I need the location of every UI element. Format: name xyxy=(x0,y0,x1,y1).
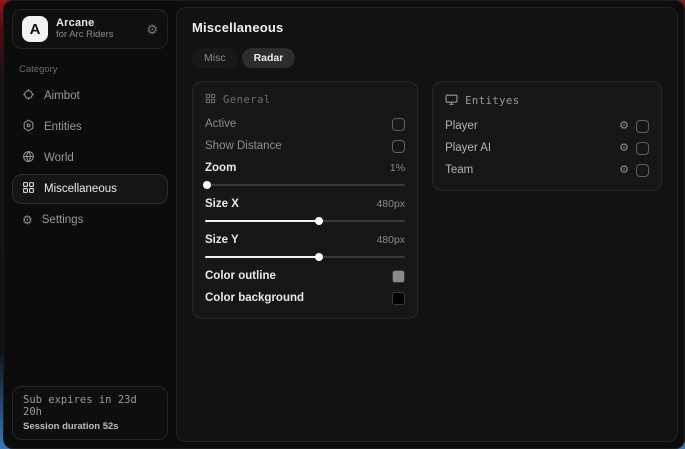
tab-misc[interactable]: Misc xyxy=(192,48,238,68)
slider-label: Size X xyxy=(205,198,239,210)
entity-label: Player xyxy=(445,120,478,132)
app-window: A Arcane for Arc Riders ⚙ Category Aimbo… xyxy=(3,0,685,449)
player-ai-checkbox[interactable] xyxy=(636,142,649,155)
slider-thumb[interactable] xyxy=(315,253,323,261)
show-distance-checkbox[interactable] xyxy=(392,140,405,153)
app-name: Arcane xyxy=(56,17,138,30)
gear-icon[interactable]: ⚙ xyxy=(619,121,629,132)
sidebar-item-entities[interactable]: Entities xyxy=(12,112,168,142)
main-panel: Miscellaneous Misc Radar General Active xyxy=(176,7,678,442)
entity-label: Player AI xyxy=(445,142,491,154)
monitor-icon xyxy=(445,93,458,109)
sidebar-item-label: Entities xyxy=(44,121,82,133)
general-card: General Active Show Distance Zoom 1% xyxy=(192,81,418,319)
sidebar-item-aimbot[interactable]: Aimbot xyxy=(12,81,168,111)
toggle-row-active: Active xyxy=(205,113,405,135)
toggle-label: Show Distance xyxy=(205,140,282,152)
slider-value: 1% xyxy=(390,162,405,174)
app-logo: A xyxy=(22,16,48,42)
color-row-background: Color background xyxy=(205,287,405,309)
subscription-card: Sub expires in 23d 20h Session duration … xyxy=(12,386,168,440)
sidebar-item-miscellaneous[interactable]: Miscellaneous xyxy=(12,174,168,204)
gear-icon[interactable]: ⚙ xyxy=(619,143,629,154)
slider-thumb[interactable] xyxy=(203,181,211,189)
sidebar-item-settings[interactable]: ⚙ Settings xyxy=(12,205,168,235)
globe-icon xyxy=(22,150,35,166)
color-label: Color outline xyxy=(205,270,276,282)
size-y-slider[interactable] xyxy=(205,253,405,261)
toggle-row-show-distance: Show Distance xyxy=(205,135,405,157)
brand-text: Arcane for Arc Riders xyxy=(56,17,138,41)
toggle-label: Active xyxy=(205,118,236,130)
card-title: General xyxy=(223,94,271,106)
active-checkbox[interactable] xyxy=(392,118,405,131)
slider-thumb[interactable] xyxy=(315,217,323,225)
entity-label: Team xyxy=(445,164,473,176)
size-x-slider[interactable] xyxy=(205,217,405,225)
outline-color-swatch[interactable] xyxy=(392,270,405,283)
player-checkbox[interactable] xyxy=(636,120,649,133)
slider-row-size-y: Size Y 480px xyxy=(205,229,405,251)
gear-icon[interactable]: ⚙ xyxy=(146,23,158,36)
sidebar-item-label: Settings xyxy=(42,214,84,226)
slider-value: 480px xyxy=(376,198,405,210)
color-label: Color background xyxy=(205,292,304,304)
page-title: Miscellaneous xyxy=(192,20,662,35)
tab-radar[interactable]: Radar xyxy=(242,48,296,68)
color-row-outline: Color outline xyxy=(205,265,405,287)
crosshair-icon xyxy=(22,88,35,104)
slider-label: Zoom xyxy=(205,162,236,174)
entity-row-player-ai: Player AI ⚙ xyxy=(445,137,649,159)
gear-icon[interactable]: ⚙ xyxy=(619,165,629,176)
category-label: Category xyxy=(19,64,168,75)
slider-row-size-x: Size X 480px xyxy=(205,193,405,215)
entities-icon xyxy=(22,119,35,135)
brand-card: A Arcane for Arc Riders ⚙ xyxy=(12,9,168,49)
sidebar-item-world[interactable]: World xyxy=(12,143,168,173)
grid-icon xyxy=(205,93,216,107)
tab-bar: Misc Radar xyxy=(192,48,662,68)
sub-expiry-text: Sub expires in 23d 20h xyxy=(23,394,157,418)
sidebar-nav: Aimbot Entities World xyxy=(12,81,168,235)
slider-label: Size Y xyxy=(205,234,239,246)
entity-row-team: Team ⚙ xyxy=(445,159,649,181)
zoom-slider[interactable] xyxy=(205,181,405,189)
sidebar-item-label: Miscellaneous xyxy=(44,183,117,195)
session-duration-text: Session duration 52s xyxy=(23,421,157,432)
app-subtitle: for Arc Riders xyxy=(56,30,138,41)
gear-icon: ⚙ xyxy=(22,214,33,226)
layout-grid-icon xyxy=(22,181,35,197)
slider-value: 480px xyxy=(376,234,405,246)
entity-row-player: Player ⚙ xyxy=(445,115,649,137)
background-color-swatch[interactable] xyxy=(392,292,405,305)
slider-row-zoom: Zoom 1% xyxy=(205,157,405,179)
entities-card: Entityes Player ⚙ Player AI ⚙ xyxy=(432,81,662,191)
card-title: Entityes xyxy=(465,95,520,107)
sidebar-item-label: Aimbot xyxy=(44,90,80,102)
sidebar: A Arcane for Arc Riders ⚙ Category Aimbo… xyxy=(4,1,176,448)
team-checkbox[interactable] xyxy=(636,164,649,177)
sidebar-item-label: World xyxy=(44,152,74,164)
